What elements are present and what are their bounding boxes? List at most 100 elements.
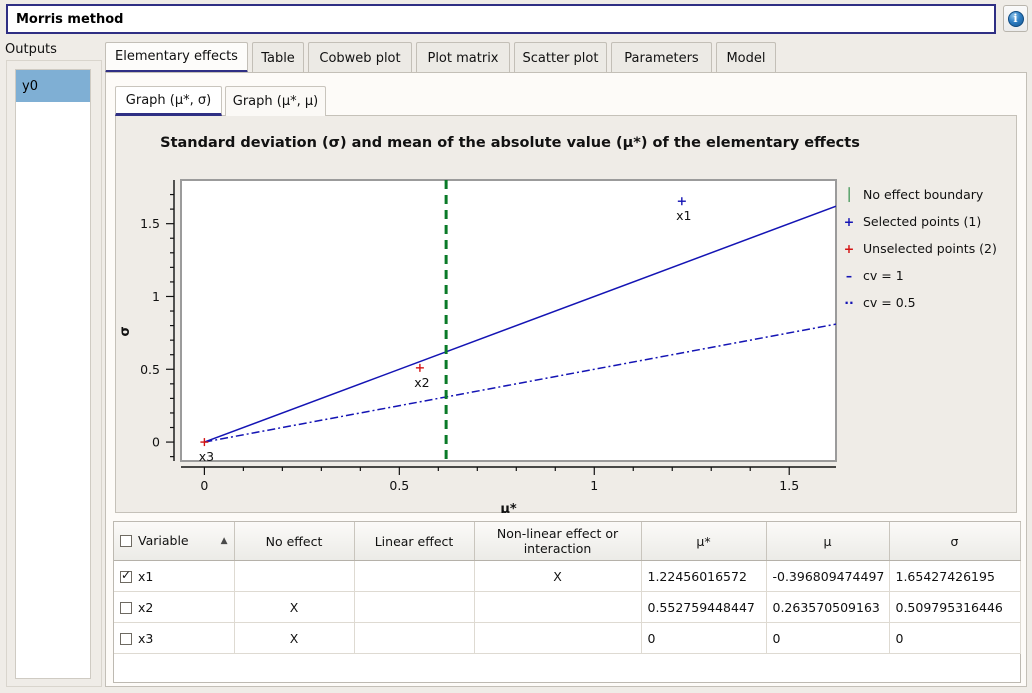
cell-nonlinear-effect bbox=[474, 591, 642, 623]
cell-sigma-text: 0 bbox=[895, 630, 904, 646]
subtab-label: Graph (μ*, μ) bbox=[232, 94, 319, 109]
info-button[interactable]: i bbox=[1003, 5, 1028, 32]
legend-no-effect-boundary: │ No effect boundary bbox=[840, 181, 1020, 208]
tab-cobweb-plot[interactable]: Cobweb plot bbox=[308, 42, 412, 73]
window-title-bar: Morris method bbox=[6, 4, 996, 34]
x-tick-label: 0.5 bbox=[389, 478, 409, 493]
cell-sigma: 0.509795316446 bbox=[889, 591, 1021, 623]
tab-label: Elementary effects bbox=[115, 49, 238, 64]
tab-label: Scatter plot bbox=[522, 50, 599, 66]
col-linear-effect[interactable]: Linear effect bbox=[354, 522, 475, 561]
col-mu[interactable]: μ bbox=[766, 522, 890, 561]
legend-marker-icon: – bbox=[845, 268, 853, 283]
cell-variable-text: x2 bbox=[138, 599, 154, 615]
table-row[interactable]: x3 X 0 0 0 bbox=[114, 622, 1021, 654]
select-all-checkbox[interactable] bbox=[120, 535, 132, 547]
cell-mu-text: 0 bbox=[772, 630, 781, 646]
cell-sigma-text: 1.65427426195 bbox=[895, 568, 995, 584]
y-tick-label: 1.5 bbox=[140, 216, 160, 231]
legend-label: Selected points (1) bbox=[863, 214, 982, 229]
tab-parameters[interactable]: Parameters bbox=[611, 42, 712, 73]
morris-method-window: Morris method i Outputs y0 Elementary ef… bbox=[0, 0, 1032, 693]
outputs-label: Outputs bbox=[5, 42, 57, 57]
cell-linear-effect bbox=[354, 622, 475, 654]
x-tick-label: 0 bbox=[200, 478, 208, 493]
cell-variable[interactable]: x1 bbox=[114, 560, 235, 592]
legend-selected-points: + Selected points (1) bbox=[840, 208, 1020, 235]
tab-label: Parameters bbox=[624, 50, 699, 66]
subtab-label: Graph (μ*, σ) bbox=[125, 92, 212, 108]
tab-plot-matrix[interactable]: Plot matrix bbox=[416, 42, 510, 73]
tab-elementary-effects[interactable]: Elementary effects bbox=[105, 42, 248, 73]
window-title: Morris method bbox=[16, 11, 124, 27]
x-tick-label: 1 bbox=[590, 478, 598, 493]
column-header-label: Linear effect bbox=[374, 533, 454, 549]
col-nonlinear-effect[interactable]: Non-linear effect or interaction bbox=[474, 522, 642, 561]
col-no-effect[interactable]: No effect bbox=[234, 522, 355, 561]
y-axis-label: σ bbox=[118, 326, 133, 336]
cell-nonlinear-effect: X bbox=[474, 560, 642, 592]
cell-no-effect-text: X bbox=[289, 599, 299, 615]
tab-scatter-plot[interactable]: Scatter plot bbox=[514, 42, 607, 73]
legend-marker-icon: │ bbox=[845, 187, 853, 202]
table-row[interactable]: x2 X 0.552759448447 0.263570509163 0.5097953… bbox=[114, 591, 1021, 623]
plot-canvas bbox=[181, 180, 836, 461]
x-axis-label: μ* bbox=[500, 502, 517, 513]
cell-mu-text: 0.263570509163 bbox=[772, 599, 880, 615]
cell-linear-effect bbox=[354, 560, 475, 592]
cell-variable-text: x3 bbox=[138, 630, 154, 646]
row-checkbox[interactable] bbox=[120, 601, 132, 614]
legend-label: Unselected points (2) bbox=[863, 241, 997, 256]
point-label-x1: x1 bbox=[676, 208, 691, 223]
cell-no-effect: X bbox=[234, 622, 355, 654]
col-mu-star[interactable]: μ* bbox=[641, 522, 767, 561]
legend-marker-icon: ·· bbox=[844, 295, 854, 310]
legend-cv-1: – cv = 1 bbox=[840, 262, 1020, 289]
variables-table-container[interactable]: Variable ▲ No effect Linear effect Non-linea… bbox=[113, 521, 1021, 683]
cell-mu-star: 0.552759448447 bbox=[641, 591, 767, 623]
tab-label: Cobweb plot bbox=[319, 50, 401, 66]
row-checkbox[interactable] bbox=[120, 632, 132, 645]
variables-table: Variable ▲ No effect Linear effect Non-linea… bbox=[114, 522, 1021, 654]
legend-label: No effect boundary bbox=[863, 187, 984, 202]
cell-mu-star-text: 0.552759448447 bbox=[647, 599, 755, 615]
outputs-list[interactable]: y0 bbox=[15, 69, 91, 679]
tab-table[interactable]: Table bbox=[252, 42, 304, 73]
tab-label: Plot matrix bbox=[427, 50, 499, 66]
legend-label: cv = 0.5 bbox=[863, 295, 916, 310]
cell-variable[interactable]: x3 bbox=[114, 622, 235, 654]
cell-variable[interactable]: x2 bbox=[114, 591, 235, 623]
table-row[interactable]: x1 X 1.22456016572 -0.396809474497 1.6542742… bbox=[114, 560, 1021, 592]
legend-cv-05: ·· cv = 0.5 bbox=[840, 289, 1020, 316]
outputs-item-y0[interactable]: y0 bbox=[16, 70, 90, 102]
subtab-graph-mu-sigma[interactable]: Graph (μ*, σ) bbox=[115, 86, 222, 116]
info-icon: i bbox=[1007, 10, 1024, 27]
cell-no-effect-text: X bbox=[289, 630, 299, 646]
y-tick-label: 1 bbox=[152, 289, 160, 304]
tab-model[interactable]: Model bbox=[716, 42, 776, 73]
plot-legend: │ No effect boundary + Selected points (1) +… bbox=[840, 181, 1020, 316]
outputs-item-label: y0 bbox=[22, 78, 38, 94]
cell-mu: -0.396809474497 bbox=[766, 560, 890, 592]
table-header-row: Variable ▲ No effect Linear effect Non-linea… bbox=[114, 522, 1021, 561]
sort-ascending-icon[interactable]: ▲ bbox=[221, 533, 228, 549]
subtab-graph-mu-mu[interactable]: Graph (μ*, μ) bbox=[225, 86, 326, 116]
cell-linear-effect bbox=[354, 591, 475, 623]
cell-sigma: 1.65427426195 bbox=[889, 560, 1021, 592]
column-header-label: μ* bbox=[696, 533, 711, 549]
legend-label: cv = 1 bbox=[863, 268, 904, 283]
cell-mu-star: 0 bbox=[641, 622, 767, 654]
col-variable[interactable]: Variable ▲ bbox=[114, 522, 235, 561]
column-header-label: No effect bbox=[265, 533, 323, 549]
y-tick-label: 0 bbox=[152, 435, 160, 450]
legend-marker-icon: + bbox=[843, 214, 855, 229]
col-sigma[interactable]: σ bbox=[889, 522, 1021, 561]
column-header-label: σ bbox=[950, 533, 959, 549]
column-header-label: Variable bbox=[138, 533, 189, 548]
cell-sigma: 0 bbox=[889, 622, 1021, 654]
legend-marker-icon: + bbox=[843, 241, 855, 256]
row-checkbox[interactable] bbox=[120, 568, 132, 583]
cell-mu: 0.263570509163 bbox=[766, 591, 890, 623]
tab-label: Table bbox=[261, 50, 295, 66]
cell-mu-star: 1.22456016572 bbox=[641, 560, 767, 592]
